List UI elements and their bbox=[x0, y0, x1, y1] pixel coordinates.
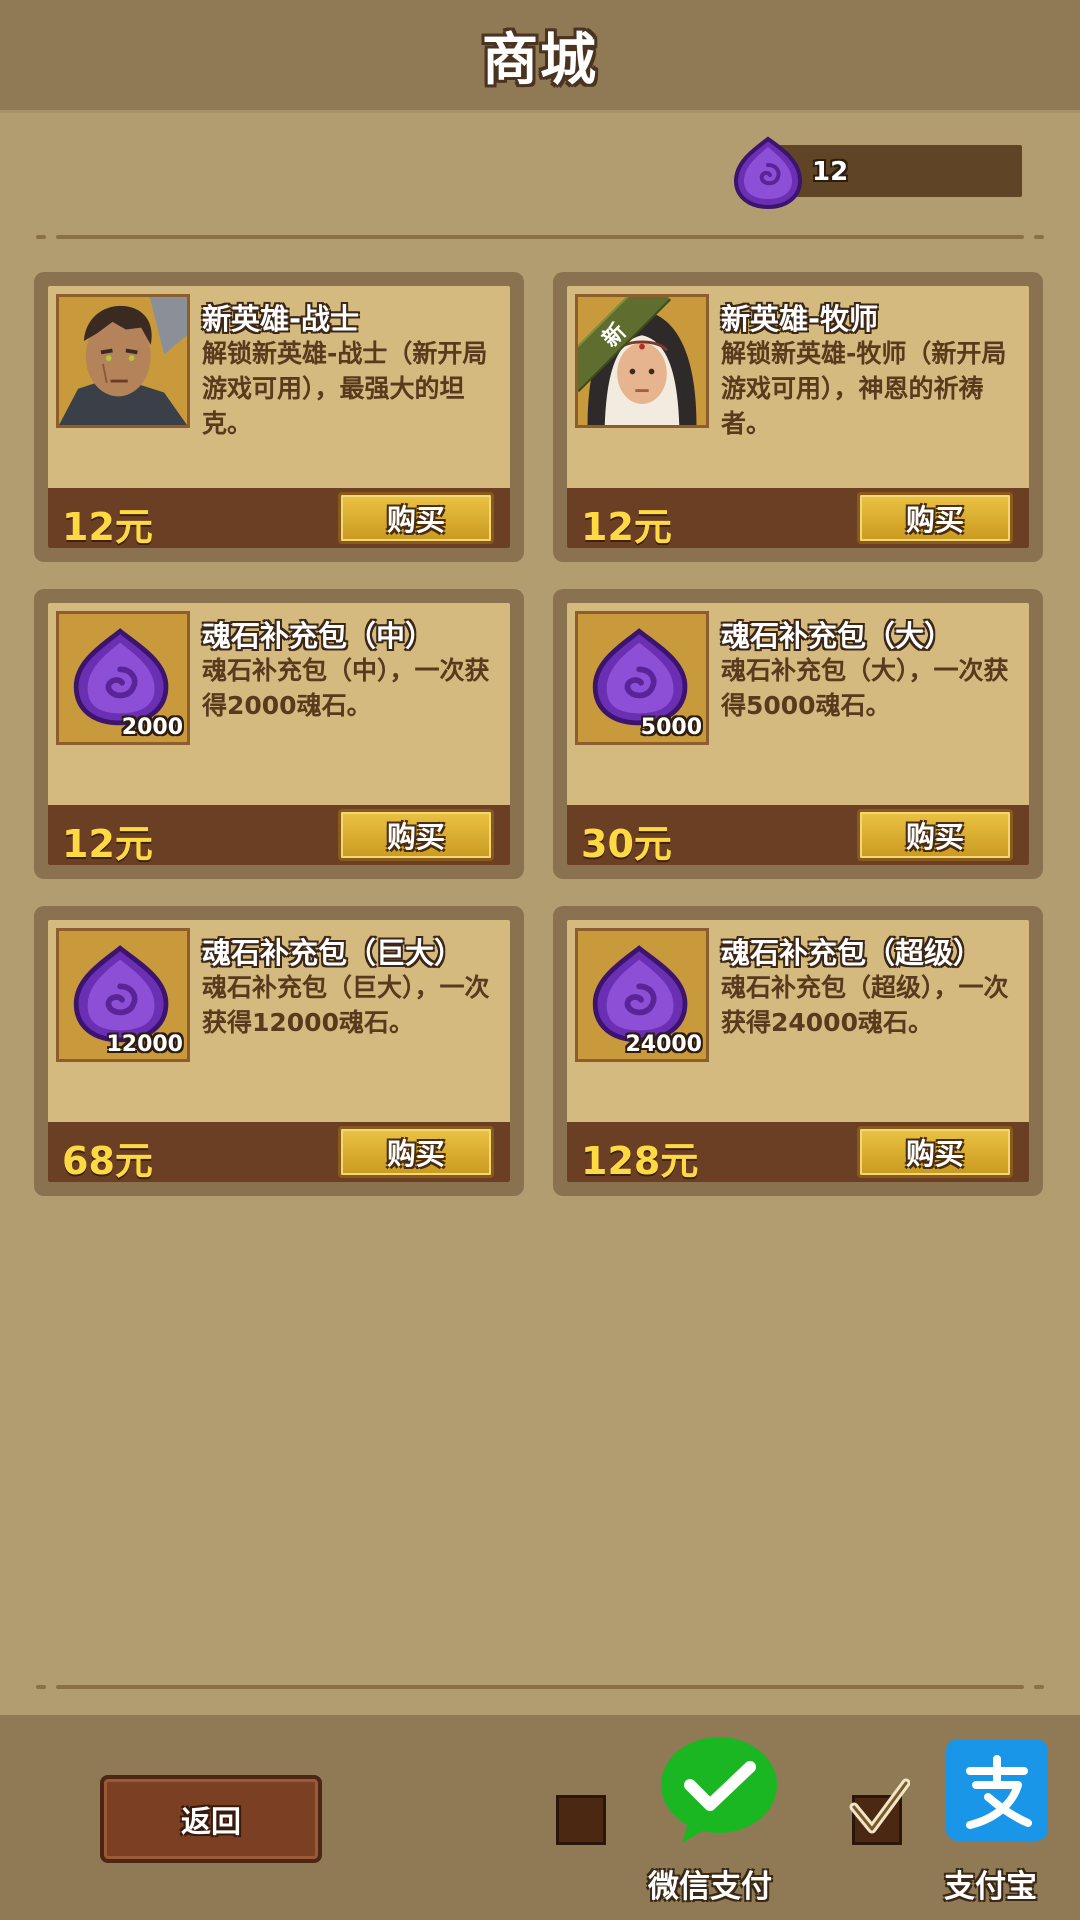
soul-stone-icon bbox=[733, 136, 803, 210]
product-price: 30元 bbox=[581, 822, 672, 865]
wechat-pay-checkbox[interactable] bbox=[556, 1795, 606, 1845]
product-footer: 12元 购买 bbox=[567, 488, 1029, 548]
warrior-portrait bbox=[56, 294, 190, 428]
buy-button[interactable]: 购买 bbox=[338, 809, 494, 861]
wechat-pay-icon[interactable] bbox=[658, 1735, 780, 1847]
product-price: 128元 bbox=[581, 1139, 699, 1182]
product-price: 68元 bbox=[62, 1139, 153, 1182]
product-name: 魂石补充包（中） bbox=[202, 619, 435, 653]
soul-stone-thumb: 12000 bbox=[56, 928, 190, 1062]
priest-portrait: 新 bbox=[575, 294, 709, 428]
back-button[interactable]: 返回 bbox=[100, 1775, 322, 1863]
buy-button[interactable]: 购买 bbox=[857, 809, 1013, 861]
quantity-label: 12000 bbox=[106, 1032, 183, 1057]
product-description: 魂石补充包（巨大），一次获得12000魂石。 bbox=[202, 973, 490, 1037]
product-footer: 68元 购买 bbox=[48, 1122, 510, 1182]
product-description: 魂石补充包（大），一次获得5000魂石。 bbox=[721, 656, 1009, 720]
product-name: 魂石补充包（大） bbox=[721, 619, 954, 653]
product-description: 解锁新英雄-战士（新开局游戏可用），最强大的坦克。 bbox=[202, 339, 488, 438]
buy-button-label: 购买 bbox=[386, 503, 445, 537]
buy-button-label: 购买 bbox=[905, 1137, 964, 1171]
product-description: 解锁新英雄-牧师（新开局游戏可用），神恩的祈祷者。 bbox=[721, 339, 1007, 438]
top-divider bbox=[36, 234, 1044, 240]
product-footer: 12元 购买 bbox=[48, 488, 510, 548]
product-card-soul-super: 24000 魂石补充包（超级） 魂石补充包（超级），一次获得24000魂石。 1… bbox=[553, 906, 1043, 1196]
header-bar: 商城 bbox=[0, 0, 1080, 110]
product-card-priest: 新 新英雄-牧师 解锁新英雄-牧师（新开局游戏可用），神恩的祈祷者。 12元 购… bbox=[553, 272, 1043, 562]
soul-stone-thumb: 2000 bbox=[56, 611, 190, 745]
product-name: 新英雄-牧师 bbox=[721, 302, 879, 336]
back-button-label: 返回 bbox=[181, 1805, 241, 1840]
currency-display: 12 bbox=[730, 135, 1030, 210]
quantity-label: 24000 bbox=[625, 1032, 702, 1057]
product-name: 新英雄-战士 bbox=[202, 302, 360, 336]
buy-button-label: 购买 bbox=[905, 503, 964, 537]
product-price: 12元 bbox=[62, 505, 153, 548]
wechat-pay-label: 微信支付 bbox=[648, 1869, 772, 1905]
buy-button-label: 购买 bbox=[386, 820, 445, 854]
quantity-label: 5000 bbox=[640, 715, 702, 740]
product-footer: 12元 购买 bbox=[48, 805, 510, 865]
checkmark-icon bbox=[849, 1778, 910, 1834]
quantity-label: 2000 bbox=[121, 715, 183, 740]
buy-button-label: 购买 bbox=[905, 820, 964, 854]
bottom-bar: 返回 微信支付 支付宝 bbox=[0, 1715, 1080, 1920]
product-price: 12元 bbox=[581, 505, 672, 548]
bottom-divider bbox=[36, 1684, 1044, 1690]
alipay-icon[interactable] bbox=[946, 1739, 1048, 1841]
shop-screen: 商城 12 新英雄-战士 解锁新英雄-战士（新开局游戏可用），最强大的坦克。 1… bbox=[0, 0, 1080, 1920]
product-footer: 30元 购买 bbox=[567, 805, 1029, 865]
page-title: 商城 bbox=[482, 27, 598, 93]
buy-button[interactable]: 购买 bbox=[338, 1126, 494, 1178]
product-card-soul-large: 5000 魂石补充包（大） 魂石补充包（大），一次获得5000魂石。 30元 购… bbox=[553, 589, 1043, 879]
product-card-warrior: 新英雄-战士 解锁新英雄-战士（新开局游戏可用），最强大的坦克。 12元 购买 bbox=[34, 272, 524, 562]
soul-stone-thumb: 24000 bbox=[575, 928, 709, 1062]
buy-button[interactable]: 购买 bbox=[857, 1126, 1013, 1178]
product-card-soul-huge: 12000 魂石补充包（巨大） 魂石补充包（巨大），一次获得12000魂石。 6… bbox=[34, 906, 524, 1196]
buy-button[interactable]: 购买 bbox=[338, 492, 494, 544]
product-price: 12元 bbox=[62, 822, 153, 865]
soul-stone-thumb: 5000 bbox=[575, 611, 709, 745]
product-card-soul-medium: 2000 魂石补充包（中） 魂石补充包（中），一次获得2000魂石。 12元 购… bbox=[34, 589, 524, 879]
buy-button-label: 购买 bbox=[386, 1137, 445, 1171]
product-description: 魂石补充包（中），一次获得2000魂石。 bbox=[202, 656, 490, 720]
alipay-label: 支付宝 bbox=[944, 1869, 1037, 1905]
product-footer: 128元 购买 bbox=[567, 1122, 1029, 1182]
currency-amount: 12 bbox=[812, 157, 849, 187]
product-name: 魂石补充包（巨大） bbox=[202, 936, 464, 970]
product-name: 魂石补充包（超级） bbox=[721, 936, 983, 970]
buy-button[interactable]: 购买 bbox=[857, 492, 1013, 544]
product-description: 魂石补充包（超级），一次获得24000魂石。 bbox=[721, 973, 1009, 1037]
